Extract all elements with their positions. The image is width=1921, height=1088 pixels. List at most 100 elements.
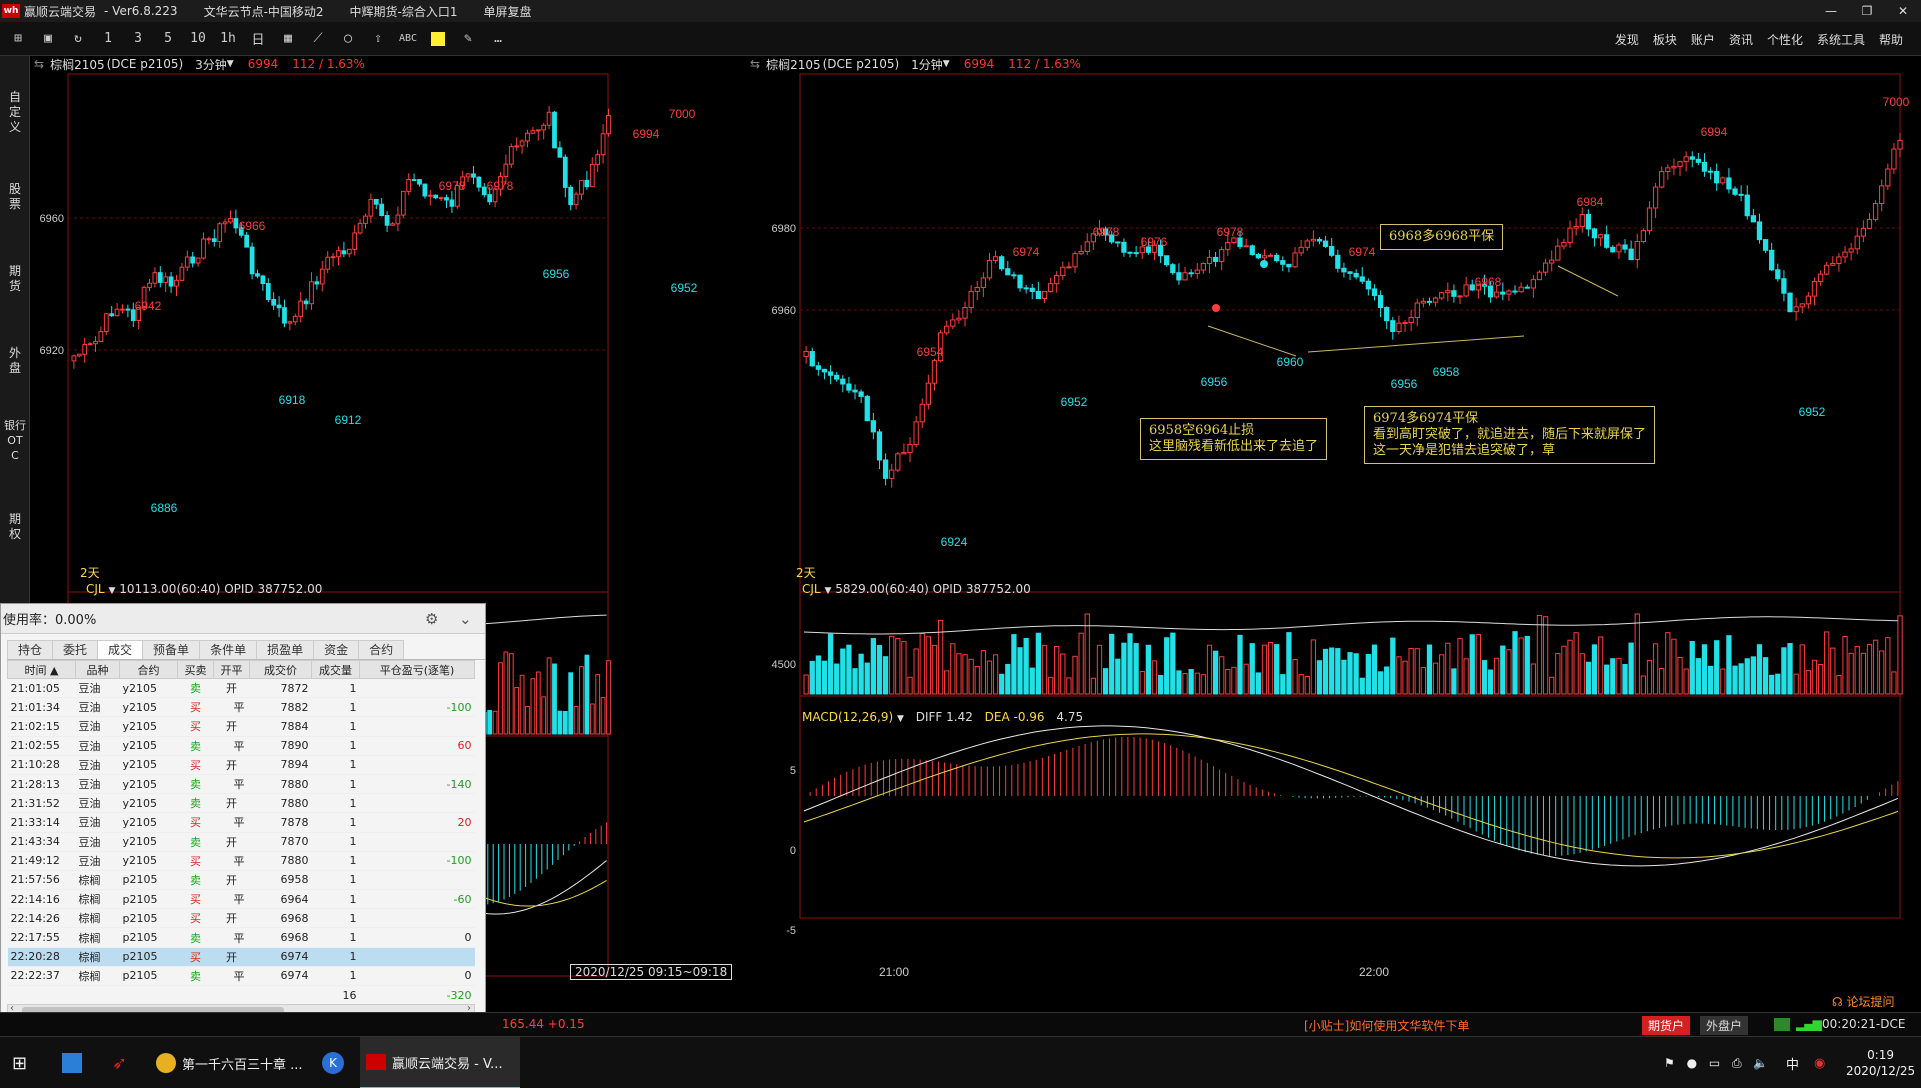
pin-app-icon[interactable]: ➶ <box>112 1037 127 1088</box>
col-product[interactable]: 品种 <box>75 660 120 679</box>
futures-account-button[interactable]: 期货户 <box>1642 1016 1691 1035</box>
right-chart-canvas[interactable]: 6980 6960 7000 6994 6984 6978 6978 6976 6974 6974… <box>748 56 1921 984</box>
pen-icon[interactable]: ✎ <box>456 28 480 50</box>
table-row[interactable]: 22:22:37 棕榈 p2105 卖平 6974 1 0 <box>7 966 475 987</box>
windows-start-icon[interactable]: ⊞ <box>12 1037 27 1088</box>
col-pnl[interactable]: 平仓盈亏(逐笔) <box>359 660 475 679</box>
col-time[interactable]: 时间 ▲ <box>7 660 76 679</box>
sidebar-item-bank-otc[interactable]: 银行OTC <box>4 418 26 463</box>
tab-stop-orders[interactable]: 损盈单 <box>256 640 315 659</box>
menu-account[interactable]: 账户 <box>1691 31 1715 48</box>
period-10min-button[interactable]: 10 <box>186 28 210 50</box>
chevron-down-icon[interactable]: ▼ <box>943 59 950 69</box>
tab-preorders[interactable]: 预备单 <box>142 640 201 659</box>
chevron-down-icon[interactable]: ▼ <box>227 59 234 69</box>
candle-body <box>901 452 907 455</box>
left-period-select[interactable]: 3分钟 <box>195 56 227 73</box>
more-icon[interactable]: … <box>486 28 510 50</box>
table-row[interactable]: 21:02:15 豆油 y2105 买开 7884 1 <box>7 716 475 737</box>
table-row[interactable]: 21:10:28 豆油 y2105 买开 7894 1 <box>7 755 475 775</box>
menu-news[interactable]: 资讯 <box>1729 31 1753 48</box>
col-openclose[interactable]: 开平 <box>213 660 250 679</box>
restore-button[interactable]: ❐ <box>1849 0 1885 22</box>
macd-label[interactable]: MACD(12,26,9) <box>802 710 893 724</box>
close-button[interactable]: ✕ <box>1885 0 1921 22</box>
chevron-down-icon[interactable]: ▼ <box>897 714 904 724</box>
arrow-draw-icon[interactable]: ⇧ <box>366 28 390 50</box>
color-swatch-icon[interactable] <box>426 28 450 50</box>
grid-icon[interactable]: ▦ <box>276 28 300 50</box>
ime-indicator[interactable]: 中 <box>1786 1037 1799 1088</box>
table-row[interactable]: 22:14:26 棕榈 p2105 买开 6968 1 <box>7 908 475 929</box>
table-row[interactable]: 21:33:14 豆油 y2105 买平 7878 1 20 <box>7 812 475 833</box>
col-volume[interactable]: 成交量 <box>311 660 360 679</box>
chevron-down-icon[interactable]: ▼ <box>824 586 831 596</box>
table-row[interactable]: 21:02:55 豆油 y2105 卖平 7890 1 60 <box>7 736 475 756</box>
sidebar-item-futures[interactable]: 期货 <box>4 264 26 294</box>
foreign-account-button[interactable]: 外盘户 <box>1700 1016 1749 1035</box>
file-explorer-icon[interactable] <box>62 1037 82 1088</box>
table-row[interactable]: 22:17:55 棕榈 p2105 卖平 6968 1 0 <box>7 927 475 948</box>
left-contract-name[interactable]: 棕榈2105 <box>50 56 105 73</box>
col-side[interactable]: 买卖 <box>177 660 214 679</box>
minimize-button[interactable]: — <box>1813 0 1849 22</box>
right-contract-name[interactable]: 棕榈2105 <box>766 56 821 73</box>
tab-funds[interactable]: 资金 <box>313 640 360 659</box>
menu-help[interactable]: 帮助 <box>1879 31 1903 48</box>
table-row[interactable]: 21:57:56 棕榈 p2105 卖开 6958 1 <box>7 870 475 891</box>
tab-positions[interactable]: 持仓 <box>7 640 54 659</box>
table-row[interactable]: 21:43:34 豆油 y2105 卖开 7870 1 <box>7 832 475 852</box>
period-5min-button[interactable]: 5 <box>156 28 180 50</box>
tip-link[interactable]: [小贴士]如何使用文华软件下单 <box>1304 1017 1469 1034</box>
table-row[interactable]: 22:14:16 棕榈 p2105 买平 6964 1 -60 <box>7 889 475 910</box>
menu-discover[interactable]: 发现 <box>1615 31 1639 48</box>
refresh-icon[interactable]: ↻ <box>66 28 90 50</box>
text-draw-icon[interactable]: ABC <box>396 28 420 50</box>
k-app-icon[interactable]: K <box>322 1037 344 1088</box>
tab-conditional[interactable]: 条件单 <box>199 640 258 659</box>
tab-fills[interactable]: 成交 <box>97 640 144 659</box>
save-icon[interactable]: ▣ <box>36 28 60 50</box>
taskbar-browser-item[interactable]: 第一千六百三十章 ... <box>156 1037 306 1088</box>
taskbar-trading-app-item[interactable]: 赢顺云端交易 - V... <box>360 1037 520 1088</box>
annotation-6974[interactable]: 6974多6974平保 看到高盯突破了，就追进去，随后下来就屏保了 这一天净是犯… <box>1364 406 1656 464</box>
col-contract[interactable]: 合约 <box>119 660 178 679</box>
menu-system-tools[interactable]: 系统工具 <box>1817 31 1865 48</box>
table-row[interactable]: 21:49:12 豆油 y2105 买平 7880 1 -100 <box>7 851 475 871</box>
collapse-icon[interactable]: ⌄ <box>459 610 472 628</box>
gear-icon[interactable]: ⚙ <box>425 610 438 628</box>
replay-mode[interactable]: 单屏复盘 <box>484 3 532 20</box>
table-row[interactable]: 22:20:28 棕榈 p2105 买开 6974 1 <box>7 947 475 967</box>
period-1h-button[interactable]: 1h <box>216 28 240 50</box>
tab-orders[interactable]: 委托 <box>52 640 99 659</box>
table-row[interactable]: 21:01:34 豆油 y2105 买平 7882 1 -100 <box>7 697 475 718</box>
col-price[interactable]: 成交价 <box>249 660 312 679</box>
taskbar-clock[interactable]: 0:19 2020/12/25 <box>1846 1037 1915 1088</box>
table-row[interactable]: 21:31:52 豆油 y2105 卖开 7880 1 <box>7 793 475 814</box>
table-row[interactable]: 21:01:05 豆油 y2105 卖开 7872 1 <box>7 678 475 699</box>
sidebar-item-options[interactable]: 期权 <box>4 512 26 542</box>
annotation-6968[interactable]: 6968多6968平保 <box>1380 224 1504 250</box>
sidebar-item-custom[interactable]: 自定义 <box>4 90 26 135</box>
right-kline-chart[interactable]: 6980 6960 7000 6994 6984 6978 6978 6976 6974 6974… <box>748 56 1921 984</box>
right-vol-label[interactable]: CJL <box>802 582 821 596</box>
sidebar-item-foreign[interactable]: 外盘 <box>4 346 26 376</box>
tray-app-icon[interactable]: ◉ <box>1814 1037 1825 1088</box>
right-period-select[interactable]: 1分钟 <box>911 56 943 73</box>
chevron-down-icon[interactable]: ▼ <box>108 586 115 596</box>
line-draw-icon[interactable]: ⟋ <box>306 28 330 50</box>
period-3min-button[interactable]: 3 <box>126 28 150 50</box>
tab-contracts[interactable]: 合约 <box>358 640 405 659</box>
menu-sectors[interactable]: 板块 <box>1653 31 1677 48</box>
ellipse-draw-icon[interactable]: ◯ <box>336 28 360 50</box>
tray-icons[interactable]: ⚑ ● ▭ ⎙ 🔈 <box>1664 1037 1772 1088</box>
period-1min-button[interactable]: 1 <box>96 28 120 50</box>
period-day-button[interactable]: 日 <box>246 28 270 50</box>
menu-personalize[interactable]: 个性化 <box>1767 31 1803 48</box>
annotation-6958[interactable]: 6958空6964止损 这里脑残看新低出来了去追了 <box>1140 418 1328 460</box>
layout-icon[interactable]: ⊞ <box>6 28 30 50</box>
table-row[interactable]: 21:28:13 豆油 y2105 卖平 7880 1 -140 <box>7 774 475 795</box>
left-vol-label[interactable]: CJL <box>86 582 105 596</box>
forum-link[interactable]: ☊ 论坛提问 <box>1832 993 1895 1010</box>
sidebar-item-stocks[interactable]: 股票 <box>4 182 26 212</box>
